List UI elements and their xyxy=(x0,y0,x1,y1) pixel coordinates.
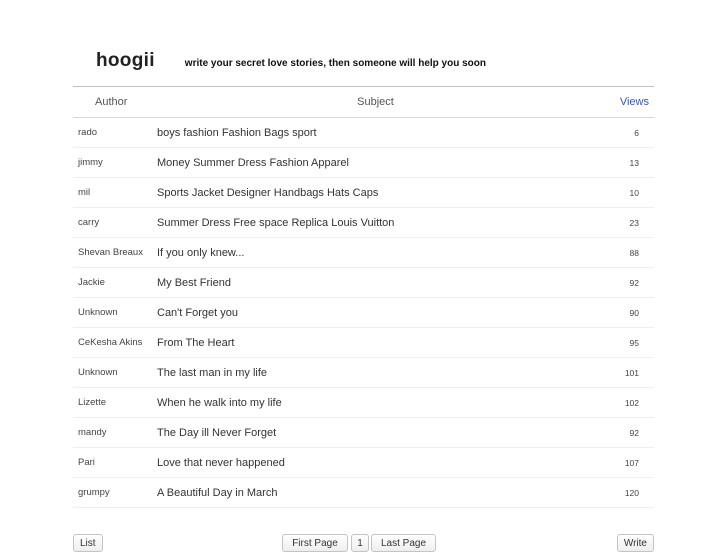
site-tagline: write your secret love stories, then som… xyxy=(184,58,486,69)
stories-table: Author Subject Views rado boys fashion Fa… xyxy=(73,86,654,508)
row-views: 95 xyxy=(629,337,639,348)
table-row[interactable]: CeKesha Akins From The Heart 95 xyxy=(73,328,654,358)
row-views: 10 xyxy=(629,187,639,198)
row-views: 120 xyxy=(624,487,639,498)
row-subject-link[interactable]: Love that never happened xyxy=(157,457,604,469)
row-subject-link[interactable]: boys fashion Fashion Bags sport xyxy=(157,127,604,139)
table-row[interactable]: Pari Love that never happened 107 xyxy=(73,448,654,478)
row-subject-link[interactable]: Money Summer Dress Fashion Apparel xyxy=(157,157,604,169)
row-subject-link[interactable]: Sports Jacket Designer Handbags Hats Cap… xyxy=(157,187,604,199)
row-author: Pari xyxy=(78,457,95,468)
first-page-button[interactable]: First Page xyxy=(282,534,348,552)
table-row[interactable]: Unknown Can't Forget you 90 xyxy=(73,298,654,328)
row-views: 107 xyxy=(624,457,639,468)
row-author: jimmy xyxy=(78,157,103,168)
table-row[interactable]: Shevan Breaux If you only knew... 88 xyxy=(73,238,654,268)
row-author: mil xyxy=(78,187,91,198)
board-footer: List First Page 1 Last Page Write xyxy=(73,534,654,554)
table-row[interactable]: carry Summer Dress Free space Replica Lou… xyxy=(73,208,654,238)
row-views: 23 xyxy=(629,217,639,228)
table-row[interactable]: rado boys fashion Fashion Bags sport 6 xyxy=(73,118,654,148)
row-views: 102 xyxy=(624,397,639,408)
table-row[interactable]: jimmy Money Summer Dress Fashion Apparel 1… xyxy=(73,148,654,178)
table-row[interactable]: mil Sports Jacket Designer Handbags Hats … xyxy=(73,178,654,208)
row-subject-link[interactable]: The last man in my life xyxy=(157,367,604,379)
table-row[interactable]: mandy The Day ill Never Forget 92 xyxy=(73,418,654,448)
row-subject-link[interactable]: From The Heart xyxy=(157,337,604,349)
row-author: CeKesha Akins xyxy=(78,337,143,348)
table-header: Author Subject Views xyxy=(73,87,654,118)
site-header: hoogii write your secret love stories, t… xyxy=(96,50,486,80)
last-page-button[interactable]: Last Page xyxy=(371,534,436,552)
row-views: 92 xyxy=(629,427,639,438)
column-header-author: Author xyxy=(95,96,128,108)
row-author: Unknown xyxy=(78,367,118,378)
column-header-subject: Subject xyxy=(357,96,394,108)
table-row[interactable]: Unknown The last man in my life 101 xyxy=(73,358,654,388)
table-row[interactable]: Jackie My Best Friend 92 xyxy=(73,268,654,298)
row-author: mandy xyxy=(78,427,107,438)
row-author: rado xyxy=(78,127,98,138)
page-1-button[interactable]: 1 xyxy=(351,534,369,552)
row-views: 101 xyxy=(624,367,639,378)
row-author: Lizette xyxy=(78,397,106,408)
row-subject-link[interactable]: A Beautiful Day in March xyxy=(157,487,604,499)
row-author: carry xyxy=(78,217,100,228)
row-views: 6 xyxy=(634,127,639,138)
row-subject-link[interactable]: Can't Forget you xyxy=(157,307,604,319)
row-views: 90 xyxy=(629,307,639,318)
row-views: 88 xyxy=(629,247,639,258)
row-views: 13 xyxy=(629,157,639,168)
row-subject-link[interactable]: Summer Dress Free space Replica Louis Vu… xyxy=(157,217,604,229)
site-logo[interactable]: hoogii xyxy=(96,50,155,72)
table-body: rado boys fashion Fashion Bags sport 6 jimm… xyxy=(73,118,654,508)
table-row[interactable]: grumpy A Beautiful Day in March 120 xyxy=(73,478,654,508)
row-author: Shevan Breaux xyxy=(78,247,143,258)
row-views: 92 xyxy=(629,277,639,288)
row-subject-link[interactable]: When he walk into my life xyxy=(157,397,604,409)
row-subject-link[interactable]: If you only knew... xyxy=(157,247,604,259)
row-author: grumpy xyxy=(78,487,110,498)
row-author: Unknown xyxy=(78,307,118,318)
column-header-views[interactable]: Views xyxy=(594,96,654,108)
write-button[interactable]: Write xyxy=(616,534,654,552)
list-button[interactable]: List xyxy=(73,534,103,552)
table-row[interactable]: Lizette When he walk into my life 102 xyxy=(73,388,654,418)
row-author: Jackie xyxy=(78,277,105,288)
row-subject-link[interactable]: The Day ill Never Forget xyxy=(157,427,604,439)
row-subject-link[interactable]: My Best Friend xyxy=(157,277,604,289)
